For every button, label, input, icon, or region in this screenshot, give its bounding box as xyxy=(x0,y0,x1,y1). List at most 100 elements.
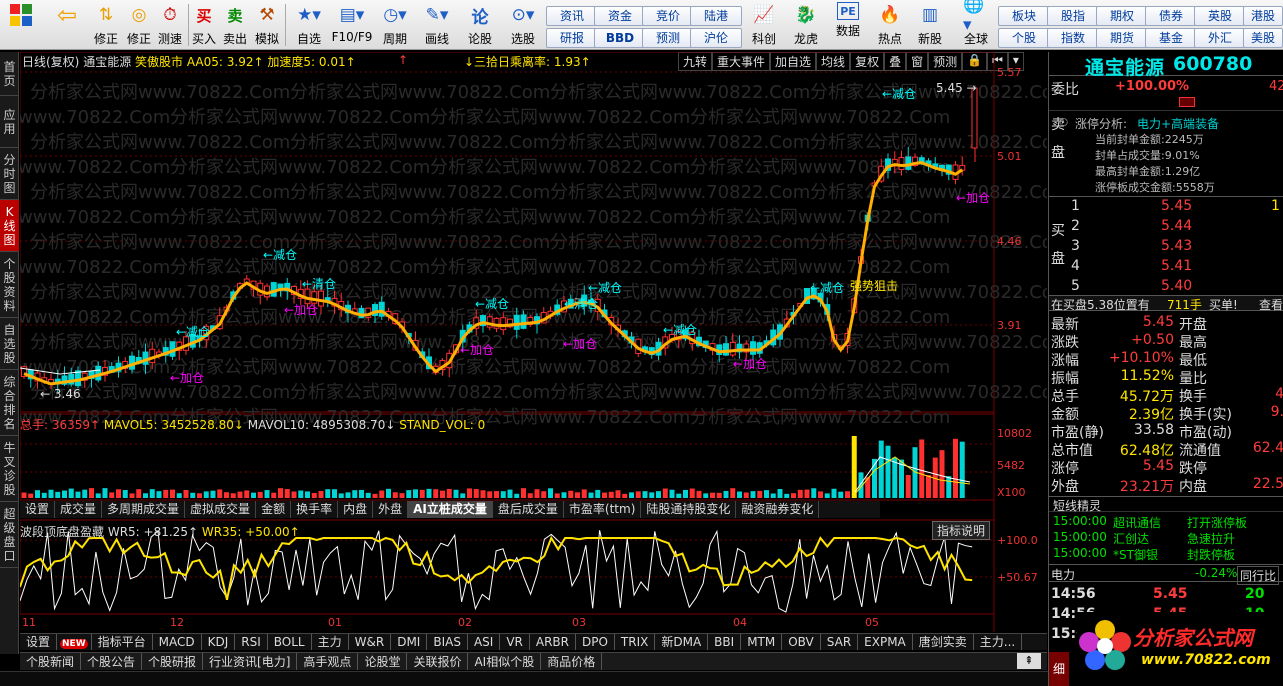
volume-tab[interactable]: 盘后成交量 xyxy=(493,501,564,518)
toolbar-btn-1[interactable]: ◎ 修正 xyxy=(124,2,154,48)
nav-intraday[interactable]: 分时图 xyxy=(0,148,19,200)
news-tab[interactable]: 个股研报 xyxy=(142,653,204,670)
news-tab[interactable]: 高手观点 xyxy=(297,653,359,670)
indicator-help-button[interactable]: 指标说明 xyxy=(932,521,991,540)
indicator-item[interactable]: KDJ xyxy=(202,634,236,650)
sector-button[interactable]: 板块 xyxy=(998,6,1050,26)
indicator-item[interactable]: ARBR xyxy=(530,634,576,650)
draw-line-button[interactable]: ✎▾ 画线 xyxy=(418,2,456,48)
period-button[interactable]: ◷▾ 周期 xyxy=(376,2,414,48)
news-tab[interactable]: 商品价格 xyxy=(541,653,603,670)
bid-row[interactable]: 1 5.45 1 xyxy=(1049,198,1283,218)
indicator-item[interactable]: DPO xyxy=(576,634,615,650)
uk-stocks-button[interactable]: 英股 xyxy=(1194,6,1246,26)
shanghai-london-button[interactable]: 沪伦 xyxy=(690,28,742,48)
nav-ranking[interactable]: 综合排名 xyxy=(0,370,19,436)
index-futures-button[interactable]: 股指 xyxy=(1047,6,1099,26)
data-button[interactable]: PE 数据 xyxy=(830,2,866,48)
discuss-button[interactable]: 论 论股 xyxy=(462,2,498,48)
inbuy-view-link[interactable]: 查看 xyxy=(1259,296,1283,313)
volume-tab[interactable]: 市盈率(ttm) xyxy=(564,501,642,518)
speed-test-button[interactable]: ⏱ 测速 xyxy=(155,2,185,48)
indicator-item[interactable]: 主力... xyxy=(974,634,1023,650)
dragon-tiger-button[interactable]: 🐉 龙虎 xyxy=(788,2,824,48)
nav-apps[interactable]: 应用 xyxy=(0,96,19,148)
nav-kline[interactable]: K线图 xyxy=(0,200,19,252)
f10-button[interactable]: ▤▾ F10/F9 xyxy=(330,2,374,48)
auction-button[interactable]: 竞价 xyxy=(642,6,694,26)
collapse-up-icon[interactable] xyxy=(1179,97,1195,107)
volume-tab[interactable]: 换手率 xyxy=(291,501,339,518)
news-tab[interactable]: AI相似个股 xyxy=(468,653,542,670)
bid-row[interactable]: 3 5.43 xyxy=(1049,238,1283,258)
indicator-item[interactable]: SAR xyxy=(821,634,859,650)
elite-row[interactable]: 15:00:00 *ST御银 封跌停板 xyxy=(1049,546,1283,562)
indicator-item[interactable]: OBV xyxy=(782,634,821,650)
indicator-settings[interactable]: 设置 xyxy=(20,634,58,650)
index-button[interactable]: 指数 xyxy=(1047,28,1099,48)
hot-button[interactable]: 🔥 热点 xyxy=(872,2,908,48)
indicator-item[interactable]: BIAS xyxy=(427,634,468,650)
volume-tab[interactable]: 外盘 xyxy=(373,501,409,518)
indicator-item[interactable]: MTM xyxy=(741,634,783,650)
app-grid-button[interactable] xyxy=(4,2,38,48)
news-button[interactable]: 资讯 xyxy=(546,6,598,26)
volume-tab[interactable]: 设置 xyxy=(20,501,56,518)
volume-tab[interactable]: 陆股通持股变化 xyxy=(641,501,737,518)
bonds-button[interactable]: 债券 xyxy=(1145,6,1197,26)
indicator-item[interactable]: 唐剑实卖 xyxy=(913,634,974,650)
indicator-item[interactable]: VR xyxy=(500,634,530,650)
volume-tab[interactable]: 虚拟成交量 xyxy=(185,501,257,518)
sell-button[interactable]: 卖 卖出 xyxy=(221,2,249,48)
volume-tab-selected[interactable]: AI立桩成交量 xyxy=(408,501,493,518)
news-tab[interactable]: 关联报价 xyxy=(407,653,469,670)
indicator-item[interactable]: EXPMA xyxy=(858,634,913,650)
buy-button[interactable]: 买 买入 xyxy=(190,2,218,48)
nav-stock-info[interactable]: 个股资料 xyxy=(0,252,19,318)
elite-row[interactable]: 15:00:00 超讯通信 打开涨停板 xyxy=(1049,514,1283,530)
connect-button[interactable]: 陆港 xyxy=(690,6,742,26)
forecast-button[interactable]: 预测 xyxy=(642,28,694,48)
elite-row[interactable]: 15:00:00 汇创达 急速拉升 xyxy=(1049,530,1283,546)
favorites-button[interactable]: ★▾ 自选 xyxy=(290,2,328,48)
indicator-item[interactable]: RSI xyxy=(235,634,268,650)
simulate-button[interactable]: ⚒ 模拟 xyxy=(252,2,282,48)
options-button[interactable]: 期权 xyxy=(1096,6,1148,26)
news-tab[interactable]: 个股公告 xyxy=(81,653,143,670)
indicator-item[interactable]: BOLL xyxy=(268,634,312,650)
nav-super-level2[interactable]: 超级盘口 xyxy=(0,502,19,568)
back-button[interactable]: ⇦ xyxy=(50,1,84,48)
hk-stocks-button[interactable]: 港股 xyxy=(1243,6,1283,26)
indicator-item[interactable]: MACD xyxy=(153,634,202,650)
indicator-item[interactable]: 指标平台 xyxy=(92,634,153,650)
indicator-item[interactable]: DMI xyxy=(391,634,428,650)
star-market-button[interactable]: 📈 科创 xyxy=(746,2,782,48)
indicator-item[interactable]: ASI xyxy=(468,634,501,650)
nav-watchlist[interactable]: 自选股 xyxy=(0,318,19,370)
research-button[interactable]: 研报 xyxy=(546,28,598,48)
bbd-button[interactable]: BBD xyxy=(594,28,646,48)
new-stock-button[interactable]: ▥ 新股 xyxy=(912,2,948,48)
volume-tab[interactable]: 成交量 xyxy=(55,501,103,518)
volume-tab[interactable]: 金额 xyxy=(256,501,292,518)
detail-tab[interactable]: 细 xyxy=(1049,652,1069,686)
volume-tab[interactable]: 融资融券变化 xyxy=(736,501,820,518)
forex-button[interactable]: 外汇 xyxy=(1194,28,1246,48)
news-tab[interactable]: 个股新闻 xyxy=(20,653,82,670)
news-tab[interactable]: 论股堂 xyxy=(358,653,408,670)
nav-home[interactable]: 首页 xyxy=(0,52,19,96)
bid-row[interactable]: 4 5.41 xyxy=(1049,258,1283,278)
stock-button[interactable]: 个股 xyxy=(998,28,1050,48)
volume-tab[interactable]: 多周期成交量 xyxy=(102,501,186,518)
sector-compare-button[interactable]: 同行比 xyxy=(1237,566,1280,585)
indicator-item[interactable]: BBI xyxy=(708,634,742,650)
indicator-item[interactable]: 主力 xyxy=(312,634,349,650)
funds2-button[interactable]: 基金 xyxy=(1145,28,1197,48)
funds-button[interactable]: 资金 xyxy=(594,6,646,26)
indicator-item[interactable]: W&R xyxy=(349,634,392,650)
volume-tab[interactable]: 内盘 xyxy=(338,501,374,518)
nav-diagnose[interactable]: 牛叉诊股 xyxy=(0,436,19,502)
indicator-item[interactable]: 新DMA xyxy=(655,634,709,650)
indicator-item[interactable]: TRIX xyxy=(615,634,656,650)
global-button[interactable]: 🌐▾ 全球 xyxy=(956,0,996,48)
